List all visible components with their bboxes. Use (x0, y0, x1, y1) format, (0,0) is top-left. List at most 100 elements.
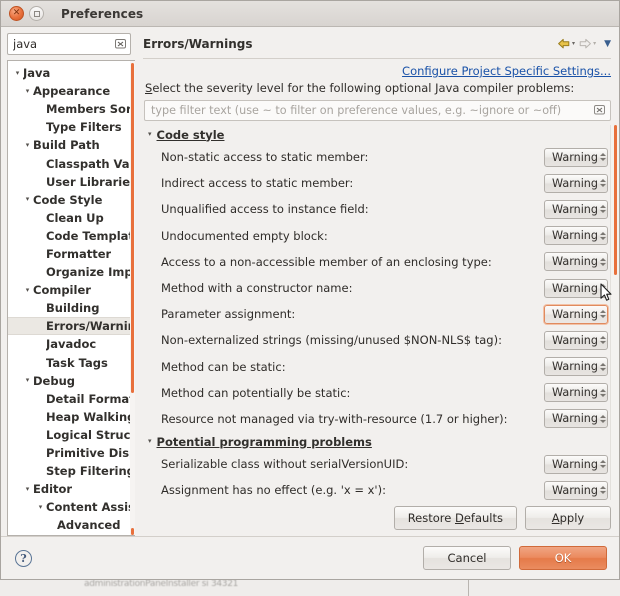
spinner-arrows-icon[interactable] (598, 231, 610, 240)
sidebar-item-heap-walking[interactable]: Heap Walking (8, 408, 135, 426)
title-bar[interactable]: ✕ Preferences (1, 1, 619, 27)
maximize-icon[interactable] (29, 6, 44, 21)
settings-group-header[interactable]: ▾ Potential programming problems (144, 432, 610, 451)
severity-value: Warning (552, 281, 598, 295)
sidebar-item-compiler[interactable]: ▾ Compiler (8, 281, 135, 299)
cancel-button[interactable]: Cancel (423, 546, 511, 570)
spinner-arrows-icon[interactable] (598, 205, 610, 214)
sidebar-item-favorites[interactable]: Favorites (8, 534, 135, 535)
back-arrow-icon[interactable] (557, 38, 571, 50)
severity-spinner[interactable]: Warning (544, 357, 610, 377)
settings-group-title: Code style (156, 127, 225, 142)
preferences-dialog: ✕ Preferences ▾Java▾AppearanceMembers So… (0, 0, 620, 580)
clear-icon[interactable] (114, 37, 127, 50)
chevron-down-icon[interactable]: ▾ (22, 286, 33, 294)
severity-value: Warning (552, 255, 598, 269)
severity-spinner[interactable]: Warning (544, 409, 610, 429)
chevron-down-icon[interactable]: ▾ (35, 503, 46, 511)
sidebar-item-content-assist[interactable]: ▾ Content Assist (8, 498, 135, 516)
spinner-arrows-icon[interactable] (598, 362, 610, 371)
chevron-down-icon[interactable]: ▾ (148, 131, 152, 138)
help-icon[interactable]: ? (15, 549, 32, 567)
sidebar-item-step-filtering[interactable]: Step Filtering (8, 462, 135, 480)
chevron-down-icon[interactable]: ▾ (22, 196, 33, 203)
sidebar-item-debug[interactable]: ▾ Debug (8, 372, 135, 390)
spinner-arrows-icon[interactable] (598, 310, 610, 319)
close-icon[interactable]: ✕ (9, 6, 24, 21)
chevron-down-icon[interactable]: ▾ (22, 485, 33, 493)
sidebar-item-editor[interactable]: ▾ Editor (8, 480, 135, 498)
severity-spinner[interactable]: Warning (544, 226, 610, 246)
sidebar-item-code-templates[interactable]: Code Templates (8, 227, 135, 245)
sidebar-item-primitive-display[interactable]: Primitive Display (8, 444, 135, 462)
sidebar-item-javadoc[interactable]: Javadoc (8, 335, 135, 353)
sidebar-item-detail-formatters[interactable]: Detail Formatters (8, 390, 135, 408)
spinner-arrows-icon[interactable] (598, 284, 610, 293)
severity-spinner[interactable]: Warning (544, 454, 610, 474)
settings-scrollbar[interactable] (610, 125, 619, 500)
sidebar-item-label: Editor (33, 482, 73, 497)
sidebar-item-label: Step Filtering (46, 464, 133, 479)
ok-button[interactable]: OK (519, 546, 607, 570)
severity-spinner[interactable]: Warning (544, 330, 610, 350)
severity-value: Warning (552, 202, 598, 216)
chevron-down-icon[interactable]: ▾ (22, 141, 33, 149)
spinner-arrows-icon[interactable] (598, 179, 610, 188)
sidebar-item-java[interactable]: ▾ Java (8, 64, 135, 82)
spinner-arrows-icon[interactable] (598, 460, 610, 469)
sidebar-item-classpath-variabl[interactable]: Classpath Variabl (8, 154, 135, 172)
sidebar-item-build-path[interactable]: ▾ Build Path (8, 136, 135, 154)
severity-spinner[interactable]: Warning (544, 383, 610, 403)
severity-spinner[interactable]: Warning (544, 304, 610, 324)
severity-spinner[interactable]: Warning (544, 147, 610, 167)
chevron-down-icon[interactable]: ▾ (12, 69, 23, 77)
settings-row: Resource not managed via try-with-resour… (144, 406, 610, 432)
sidebar-item-logical-structures[interactable]: Logical Structures (8, 426, 135, 444)
spinner-arrows-icon[interactable] (598, 414, 610, 423)
settings-scrollbar-thumb[interactable] (614, 125, 617, 275)
spinner-arrows-icon[interactable] (598, 257, 610, 266)
clear-icon[interactable] (593, 103, 606, 116)
restore-defaults-button[interactable]: Restore Defaults (393, 506, 517, 530)
view-menu-icon[interactable]: ▼ (604, 39, 611, 49)
severity-value: Warning (552, 457, 598, 471)
sidebar-item-formatter[interactable]: Formatter (8, 245, 135, 263)
sidebar-item-advanced[interactable]: Advanced (8, 516, 135, 534)
configure-project-settings-link[interactable]: Configure Project Specific Settings... (402, 64, 611, 78)
tree-scrollbar-thumb-lower[interactable] (131, 528, 134, 535)
spinner-arrows-icon[interactable] (598, 336, 610, 345)
spinner-arrows-icon[interactable] (598, 486, 610, 495)
sidebar-item-organize-imports[interactable]: Organize Imports (8, 263, 135, 281)
severity-spinner[interactable]: Warning (544, 480, 610, 500)
chevron-down-icon[interactable]: ▾ (148, 438, 152, 445)
tree-scrollbar-thumb[interactable] (131, 63, 134, 393)
back-dropdown-caret[interactable]: ▾ (572, 41, 575, 47)
sidebar-item-task-tags[interactable]: Task Tags (8, 354, 135, 372)
spinner-arrows-icon[interactable] (598, 153, 610, 162)
settings-row-label: Resource not managed via try-with-resour… (161, 411, 508, 426)
severity-spinner[interactable]: Warning (544, 199, 610, 219)
spinner-arrows-icon[interactable] (598, 388, 610, 397)
apply-button[interactable]: Apply (525, 506, 611, 530)
tree-scrollbar[interactable] (130, 61, 135, 535)
chevron-down-icon[interactable]: ▾ (22, 377, 33, 384)
severity-spinner[interactable]: Warning (544, 173, 610, 193)
sidebar-item-clean-up[interactable]: Clean Up (8, 209, 135, 227)
sidebar-item-user-libraries[interactable]: User Libraries (8, 173, 135, 191)
preferences-tree[interactable]: ▾Java▾AppearanceMembers Sort OrType Filt… (7, 60, 135, 536)
chevron-down-icon[interactable]: ▾ (22, 87, 33, 95)
filter-input[interactable] (144, 100, 611, 121)
sidebar-item-type-filters[interactable]: Type Filters (8, 118, 135, 136)
settings-group-header[interactable]: ▾ Code style (144, 125, 610, 144)
search-input[interactable] (7, 33, 131, 55)
sidebar-item-code-style[interactable]: ▾ Code Style (8, 191, 135, 209)
sidebar-item-appearance[interactable]: ▾ Appearance (8, 82, 135, 100)
settings-row-label: Assignment has no effect (e.g. 'x = x'): (161, 483, 386, 498)
settings-list-wrap: ▾ Code style Non-static access to static m… (144, 125, 619, 500)
sidebar-item-members-sort-or[interactable]: Members Sort Or (8, 100, 135, 118)
sidebar-item-errors-warnings[interactable]: Errors/Warnings (8, 317, 135, 336)
severity-spinner[interactable]: Warning (544, 278, 610, 298)
sidebar-item-label: Clean Up (46, 210, 104, 225)
sidebar-item-building[interactable]: Building (8, 299, 135, 317)
severity-spinner[interactable]: Warning (544, 252, 610, 272)
